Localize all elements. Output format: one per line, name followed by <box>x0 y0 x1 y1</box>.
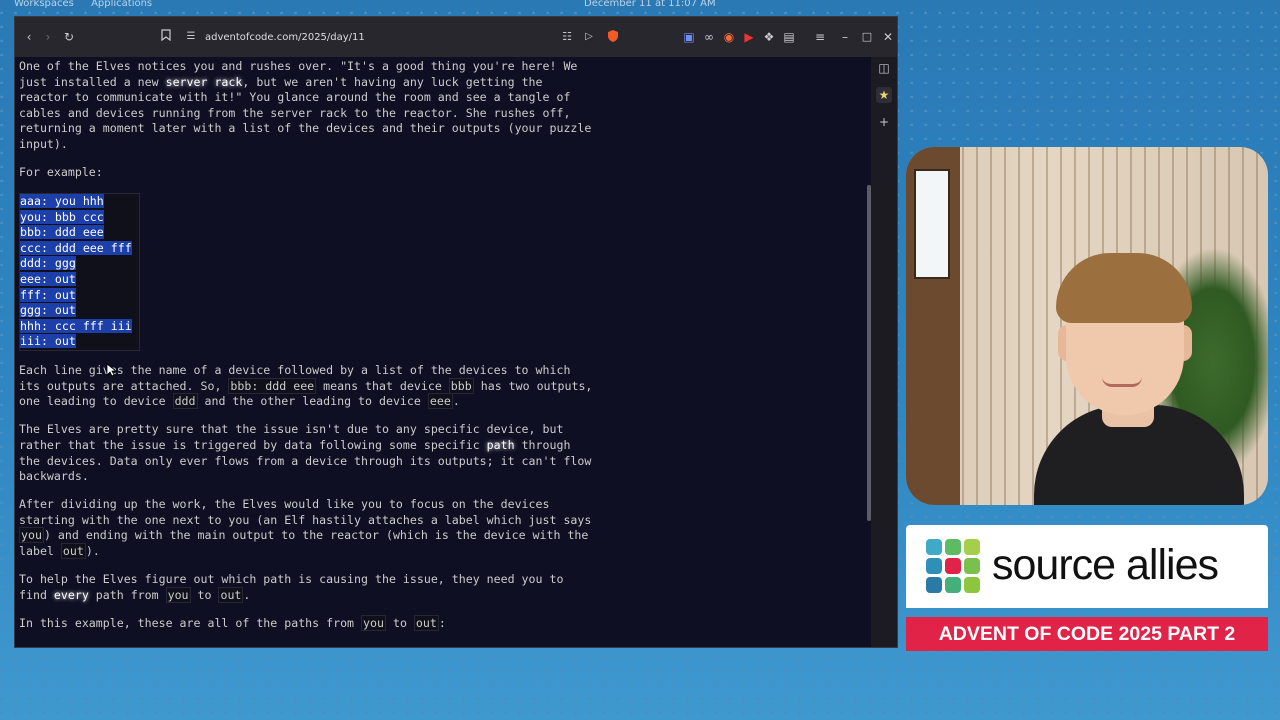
reload-icon[interactable]: ↻ <box>61 29 77 45</box>
example-line: hhh: ccc fff iii <box>20 318 132 333</box>
back-icon[interactable]: ‹ <box>21 29 37 45</box>
address-bar[interactable]: adventofcode.com/2025/day/11 <box>205 32 365 43</box>
p2-text-e: . <box>452 394 460 409</box>
p2-text-b: means that device <box>316 378 449 393</box>
browser-sidebar: ◫ ★ + <box>869 57 897 647</box>
brand-name: source allies <box>992 541 1219 589</box>
episode-banner: ADVENT OF CODE 2025 PART 2 <box>906 617 1268 651</box>
p5-code-1: you <box>165 586 191 603</box>
server-rack-emphasis: server rack <box>165 74 243 89</box>
extension-box-icon[interactable]: ▤ <box>781 29 797 45</box>
p4-code-2: out <box>60 542 86 559</box>
sidebar-toggle-icon[interactable]: ◫ <box>876 60 892 76</box>
browser-toolbar: ‹ › ↻ ☰ adventofcode.com/2025/day/11 ☷ ▷… <box>15 17 897 57</box>
extension-glasses-icon[interactable]: ∞ <box>701 29 717 45</box>
p2-text-d: and the other leading to device <box>197 394 428 409</box>
p6-code-2: out <box>413 614 439 631</box>
p2-code-4: eee <box>427 393 453 410</box>
path-emphasis: path <box>486 438 515 453</box>
extension-blue-icon[interactable]: ▣ <box>681 29 697 45</box>
example-line: ddd: ggg <box>20 256 76 271</box>
source-allies-logo-icon <box>926 539 982 595</box>
example-line: eee: out <box>20 271 76 286</box>
p6-code-1: you <box>361 614 386 631</box>
extensions-puzzle-icon[interactable]: ❖ <box>761 29 777 45</box>
paragraph-every-path: To help the Elves figure out which path … <box>19 572 594 603</box>
example-code-block: aaa: you hhh you: bbb ccc bbb: ddd eee c… <box>19 192 140 351</box>
brave-shield-icon[interactable] <box>605 29 621 45</box>
example-line: you: bbb ccc <box>20 209 104 224</box>
reader-view-icon[interactable]: ☷ <box>559 29 575 45</box>
forward-icon[interactable]: › <box>40 29 56 45</box>
add-panel-icon[interactable]: + <box>876 114 892 130</box>
aoc-star-icon[interactable]: ★ <box>876 87 892 103</box>
browser-window: ‹ › ↻ ☰ adventofcode.com/2025/day/11 ☷ ▷… <box>14 16 898 648</box>
p2-code-3: ddd <box>172 393 198 410</box>
p4-text-a: After dividing up the work, the Elves wo… <box>19 497 592 527</box>
webcam-feed <box>906 147 1268 505</box>
desktop-top-panel: Workspaces Applications December 11 at 1… <box>0 0 1280 16</box>
p2-code-1: bbb: ddd eee <box>228 377 317 394</box>
paragraph-example-paths: In this example, these are all of the pa… <box>19 614 594 632</box>
example-line: aaa: you hhh <box>20 193 104 208</box>
minimize-icon[interactable]: – <box>837 29 853 45</box>
paragraph-focus: After dividing up the work, the Elves wo… <box>19 497 594 559</box>
p5-code-2: out <box>218 586 244 603</box>
p3-text-a: The Elves are pretty sure that the issue… <box>19 422 564 453</box>
example-line: iii: out <box>20 334 76 349</box>
example-line: ccc: ddd eee fff <box>20 240 132 255</box>
example-line: bbb: ddd eee <box>20 225 104 240</box>
brand-card: source allies <box>906 525 1268 608</box>
p5-text-d: . <box>243 587 251 602</box>
desktop-clock: December 11 at 11:07 AM <box>584 0 716 9</box>
paragraph-path: The Elves are pretty sure that the issue… <box>19 422 594 484</box>
menu-icon[interactable]: ≡ <box>812 29 828 45</box>
puzzle-article: One of the Elves notices you and rushes … <box>19 59 859 647</box>
workspaces-menu[interactable]: Workspaces <box>14 0 74 9</box>
play-icon[interactable]: ▷ <box>581 29 597 45</box>
example-line: fff: out <box>20 287 76 302</box>
p5-text-b: path from <box>88 587 166 602</box>
bookmark-icon[interactable] <box>158 29 174 45</box>
p4-text-b: ) and ending with the main output to the… <box>19 528 589 558</box>
maximize-icon[interactable]: □ <box>859 29 875 45</box>
extension-red-icon[interactable]: ▶ <box>741 29 757 45</box>
p6-text-c: : <box>438 615 446 630</box>
close-icon[interactable]: ✕ <box>880 29 896 45</box>
site-info-icon[interactable]: ☰ <box>183 29 199 45</box>
extension-orange-icon[interactable]: ◉ <box>721 29 737 45</box>
p6-text-b: to <box>385 615 414 630</box>
wall-poster <box>914 169 950 279</box>
mouse-cursor-icon <box>106 363 116 377</box>
p6-text-a: In this example, these are all of the pa… <box>19 615 362 630</box>
intro-paragraph: One of the Elves notices you and rushes … <box>19 59 594 153</box>
every-emphasis: every <box>53 587 89 602</box>
p5-text-c: to <box>190 587 219 602</box>
for-example-label: For example: <box>19 164 103 179</box>
p4-text-c: ). <box>85 543 100 558</box>
example-line: ggg: out <box>20 303 76 318</box>
scrollbar-thumb[interactable] <box>867 185 871 521</box>
p2-code-2: bbb <box>448 377 474 394</box>
applications-menu[interactable]: Applications <box>91 0 152 9</box>
presenter-smile <box>1102 377 1142 387</box>
p4-code-1: you <box>19 527 44 544</box>
desktop-menu: Workspaces Applications <box>14 0 166 12</box>
